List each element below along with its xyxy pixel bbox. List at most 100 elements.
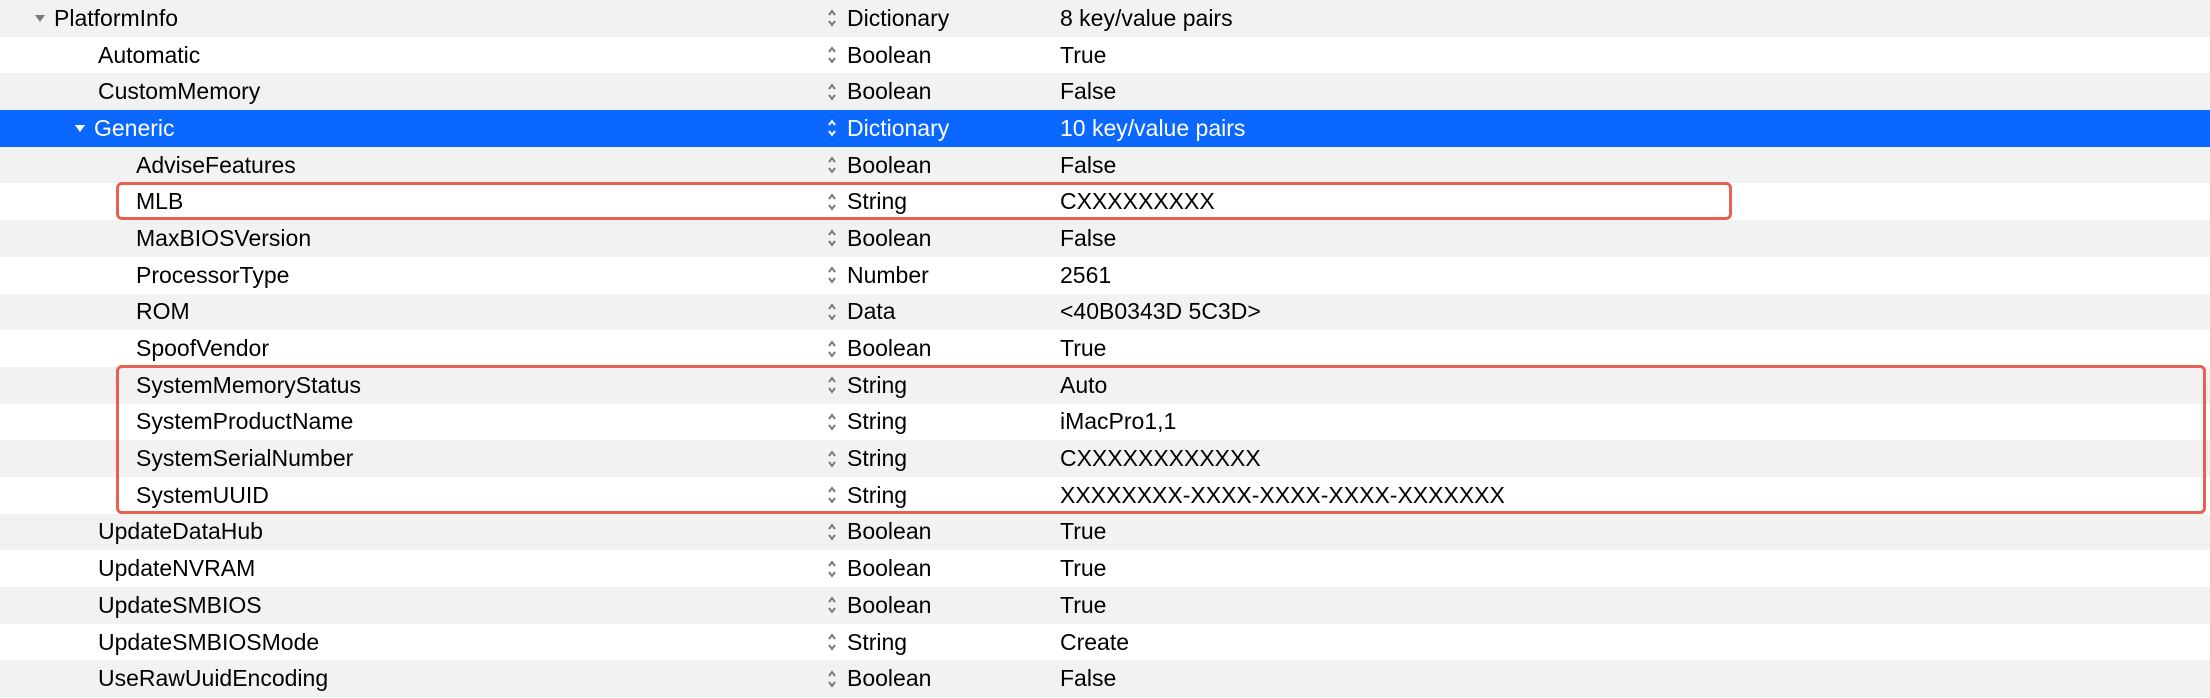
type-cell[interactable]: Boolean (823, 37, 1012, 74)
type-cell[interactable]: String (823, 183, 1012, 220)
plist-row[interactable]: GenericDictionary10 key/value pairs (0, 110, 2210, 147)
key-cell[interactable]: SystemMemoryStatus (0, 367, 823, 404)
disclosure-triangle[interactable] (30, 8, 50, 28)
type-cell[interactable]: String (823, 440, 1012, 477)
key-cell[interactable]: SystemSerialNumber (0, 440, 823, 477)
plist-row[interactable]: SystemSerialNumberStringCXXXXXXXXXXXX (0, 440, 2210, 477)
key-cell[interactable]: AdviseFeatures (0, 147, 823, 184)
plist-row[interactable]: SpoofVendorBooleanTrue (0, 330, 2210, 367)
value-cell[interactable]: CXXXXXXXXX (1012, 183, 2210, 220)
value-cell[interactable]: Auto (1012, 367, 2210, 404)
value-cell[interactable]: True (1012, 514, 2210, 551)
type-cell[interactable]: String (823, 404, 1012, 441)
value-cell[interactable]: False (1012, 147, 2210, 184)
plist-row[interactable]: UpdateSMBIOSBooleanTrue (0, 587, 2210, 624)
value-cell[interactable]: True (1012, 330, 2210, 367)
type-stepper[interactable] (823, 46, 841, 64)
plist-row[interactable]: UpdateSMBIOSModeStringCreate (0, 624, 2210, 661)
plist-row[interactable]: CustomMemoryBooleanFalse (0, 73, 2210, 110)
key-cell[interactable]: Automatic (0, 37, 823, 74)
plist-row[interactable]: SystemMemoryStatusStringAuto (0, 367, 2210, 404)
key-cell[interactable]: MLB (0, 183, 823, 220)
key-cell[interactable]: UpdateSMBIOSMode (0, 624, 823, 661)
type-stepper[interactable] (823, 596, 841, 614)
type-stepper[interactable] (823, 486, 841, 504)
plist-row[interactable]: ROMData<40B0343D 5C3D> (0, 294, 2210, 331)
value-cell[interactable]: False (1012, 660, 2210, 697)
type-stepper[interactable] (823, 9, 841, 27)
indent-spacer (0, 348, 136, 349)
key-cell[interactable]: ROM (0, 294, 823, 331)
key-cell[interactable]: SystemUUID (0, 477, 823, 514)
type-stepper[interactable] (823, 633, 841, 651)
key-cell[interactable]: SpoofVendor (0, 330, 823, 367)
type-stepper[interactable] (823, 266, 841, 284)
type-stepper[interactable] (823, 303, 841, 321)
key-cell[interactable]: UpdateDataHub (0, 514, 823, 551)
plist-row[interactable]: ProcessorTypeNumber2561 (0, 257, 2210, 294)
value-cell[interactable]: False (1012, 220, 2210, 257)
plist-row[interactable]: UseRawUuidEncoding Boolean False (0, 660, 2210, 697)
plist-row[interactable]: AutomaticBooleanTrue (0, 37, 2210, 74)
value-cell[interactable]: True (1012, 587, 2210, 624)
type-stepper[interactable] (823, 413, 841, 431)
type-stepper[interactable] (823, 83, 841, 101)
value-cell[interactable]: Create (1012, 624, 2210, 661)
value-cell[interactable]: False (1012, 73, 2210, 110)
plist-row[interactable]: SystemUUIDStringXXXXXXXX-XXXX-XXXX-XXXX-… (0, 477, 2210, 514)
type-cell[interactable]: Boolean (823, 73, 1012, 110)
value-cell[interactable]: True (1012, 550, 2210, 587)
value-cell[interactable]: True (1012, 37, 2210, 74)
type-stepper[interactable] (823, 229, 841, 247)
type-cell[interactable]: Data (823, 294, 1012, 331)
type-cell[interactable]: Boolean (823, 514, 1012, 551)
key-cell[interactable]: UseRawUuidEncoding (0, 660, 823, 697)
type-label: Boolean (847, 665, 931, 692)
type-cell[interactable]: Dictionary (823, 110, 1012, 147)
type-cell[interactable]: String (823, 477, 1012, 514)
type-stepper[interactable] (823, 670, 841, 688)
type-stepper[interactable] (823, 119, 841, 137)
type-stepper[interactable] (823, 340, 841, 358)
type-cell[interactable]: Boolean (823, 587, 1012, 624)
key-cell[interactable]: ProcessorType (0, 257, 823, 294)
plist-row[interactable]: SystemProductNameStringiMacPro1,1 (0, 404, 2210, 441)
plist-tree[interactable]: PlatformInfoDictionary8 key/value pairsA… (0, 0, 2210, 697)
plist-row[interactable]: PlatformInfoDictionary8 key/value pairs (0, 0, 2210, 37)
type-stepper[interactable] (823, 523, 841, 541)
type-stepper[interactable] (823, 450, 841, 468)
key-cell[interactable]: CustomMemory (0, 73, 823, 110)
plist-row[interactable]: UpdateNVRAMBooleanTrue (0, 550, 2210, 587)
type-cell[interactable]: Boolean (823, 330, 1012, 367)
type-stepper[interactable] (823, 560, 841, 578)
key-cell[interactable]: PlatformInfo (0, 0, 823, 37)
type-cell[interactable]: Dictionary (823, 0, 1012, 37)
value-cell[interactable]: 2561 (1012, 257, 2210, 294)
type-cell[interactable]: Boolean (823, 550, 1012, 587)
key-cell[interactable]: MaxBIOSVersion (0, 220, 823, 257)
key-cell[interactable]: UpdateNVRAM (0, 550, 823, 587)
key-cell[interactable]: UpdateSMBIOS (0, 587, 823, 624)
plist-row[interactable]: MLBStringCXXXXXXXXX (0, 183, 2210, 220)
type-stepper[interactable] (823, 156, 841, 174)
type-cell[interactable]: String (823, 624, 1012, 661)
value-cell[interactable]: 8 key/value pairs (1012, 0, 2210, 37)
type-stepper[interactable] (823, 376, 841, 394)
value-cell[interactable]: CXXXXXXXXXXXX (1012, 440, 2210, 477)
key-cell[interactable]: SystemProductName (0, 404, 823, 441)
type-cell[interactable]: Boolean (823, 147, 1012, 184)
plist-row[interactable]: MaxBIOSVersionBooleanFalse (0, 220, 2210, 257)
key-cell[interactable]: Generic (0, 110, 823, 147)
value-cell[interactable]: <40B0343D 5C3D> (1012, 294, 2210, 331)
disclosure-triangle[interactable] (70, 118, 90, 138)
type-cell[interactable]: Boolean (823, 220, 1012, 257)
value-cell[interactable]: XXXXXXXX-XXXX-XXXX-XXXX-XXXXXXX (1012, 477, 2210, 514)
plist-row[interactable]: UpdateDataHubBooleanTrue (0, 514, 2210, 551)
type-cell[interactable]: Number (823, 257, 1012, 294)
type-cell[interactable]: String (823, 367, 1012, 404)
value-cell[interactable]: 10 key/value pairs (1012, 110, 2210, 147)
type-stepper[interactable] (823, 193, 841, 211)
value-cell[interactable]: iMacPro1,1 (1012, 404, 2210, 441)
plist-row[interactable]: AdviseFeaturesBooleanFalse (0, 147, 2210, 184)
type-cell[interactable]: Boolean (823, 660, 1012, 697)
